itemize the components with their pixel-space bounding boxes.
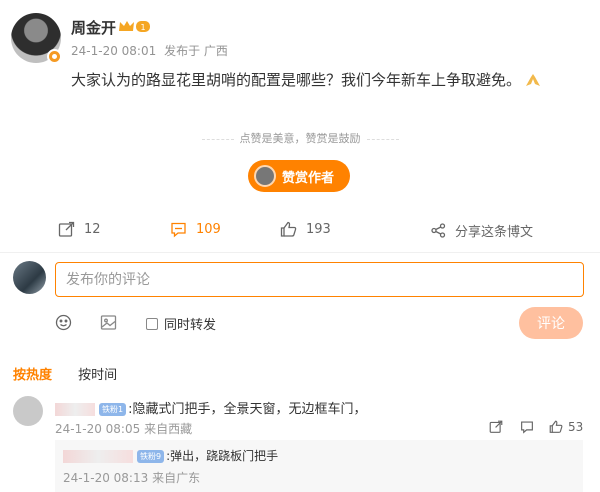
fan-badge[interactable]: 铁粉9: [137, 450, 165, 463]
comment-like-count: 53: [568, 420, 584, 434]
replier-name-redacted[interactable]: [63, 450, 133, 463]
post-source: 发布于 广西: [164, 44, 228, 58]
emoji-picker-icon[interactable]: [55, 314, 72, 331]
comment-time: 24-1-20 08:05: [55, 422, 141, 436]
also-repost-checkbox[interactable]: 同时转发: [146, 314, 216, 333]
post-actions: 12 109 193 分享这条博文: [0, 221, 600, 243]
comment-icon: [521, 421, 533, 434]
reward-avatar: [254, 165, 276, 187]
post-text: 大家认为的路显花里胡哨的配置是哪些？我们今年新车上争取避免。: [71, 71, 522, 89]
comment-icon: [171, 222, 186, 238]
reward-button-label: 赞赏作者: [282, 170, 335, 186]
fan-badge[interactable]: 铁粉1: [99, 403, 127, 416]
reply-meta: 24-1-20 08:13 来自广东: [63, 469, 200, 486]
also-repost-label: 同时转发: [164, 318, 217, 333]
reply-time: 24-1-20 08:13: [63, 471, 149, 485]
repost-button[interactable]: 12: [58, 221, 101, 238]
tab-sort-hot[interactable]: 按热度: [13, 368, 52, 383]
reward-tip: 点赞是美意，赞赏是鼓励: [0, 130, 600, 146]
comment-button[interactable]: 109: [170, 221, 221, 238]
reward-author-button[interactable]: 赞赏作者: [248, 160, 350, 192]
commenter-avatar[interactable]: [13, 396, 43, 426]
comment-text: :隐藏式门把手，全景天窗，无边框车门，: [128, 402, 367, 417]
reply-text: :弹出，跷跷板门把手: [166, 449, 279, 463]
comment-repost-button[interactable]: [489, 420, 503, 434]
comment-item: 铁粉1:隐藏式门把手，全景天窗，无边框车门，: [55, 398, 366, 417]
comment-meta: 24-1-20 08:05 来自西藏: [55, 420, 192, 437]
like-count: 193: [306, 222, 331, 237]
post-body: 大家认为的路显花里胡哨的配置是哪些？我们今年新车上争取避免。: [71, 69, 541, 90]
reply-location: 来自广东: [152, 471, 201, 485]
share-label: 分享这条博文: [455, 225, 534, 240]
tab-sort-time[interactable]: 按时间: [78, 368, 117, 383]
share-button[interactable]: 分享这条博文: [431, 221, 533, 240]
my-avatar: [13, 261, 46, 294]
vip-crown-icon[interactable]: 1: [117, 19, 151, 34]
svg-text:1: 1: [140, 23, 145, 32]
share-icon: [431, 223, 446, 238]
comment-like-button[interactable]: 53: [549, 420, 583, 434]
author-name[interactable]: 周金开: [71, 17, 116, 38]
comment-count: 109: [196, 222, 221, 237]
repost-icon: [489, 420, 503, 433]
repost-icon: [58, 221, 75, 237]
checkbox-box[interactable]: [146, 317, 158, 330]
thumbs-up-icon: [280, 221, 297, 237]
divider: [0, 252, 600, 253]
comment-input[interactable]: [55, 262, 584, 297]
verified-badge-icon: [47, 49, 62, 64]
post-time[interactable]: 24-1-20 08:01: [71, 44, 156, 58]
like-button[interactable]: 193: [280, 221, 331, 238]
thumbs-up-icon: [549, 420, 563, 433]
sort-tabs: 按热度 按时间: [13, 364, 139, 383]
commenter-name-redacted[interactable]: [55, 403, 95, 416]
praying-hands-emoji-icon: [526, 74, 541, 86]
reward-tip-text: 点赞是美意，赞赏是鼓励: [239, 132, 361, 145]
image-upload-icon[interactable]: [100, 314, 117, 331]
comment-reply-button[interactable]: [520, 420, 534, 434]
comment-location: 来自西藏: [144, 422, 193, 436]
reply-item: 铁粉9:弹出，跷跷板门把手: [63, 447, 278, 464]
submit-comment-button[interactable]: 评论: [519, 307, 583, 339]
repost-count: 12: [84, 222, 101, 237]
post-meta: 24-1-20 08:01 发布于 广西: [71, 42, 232, 59]
